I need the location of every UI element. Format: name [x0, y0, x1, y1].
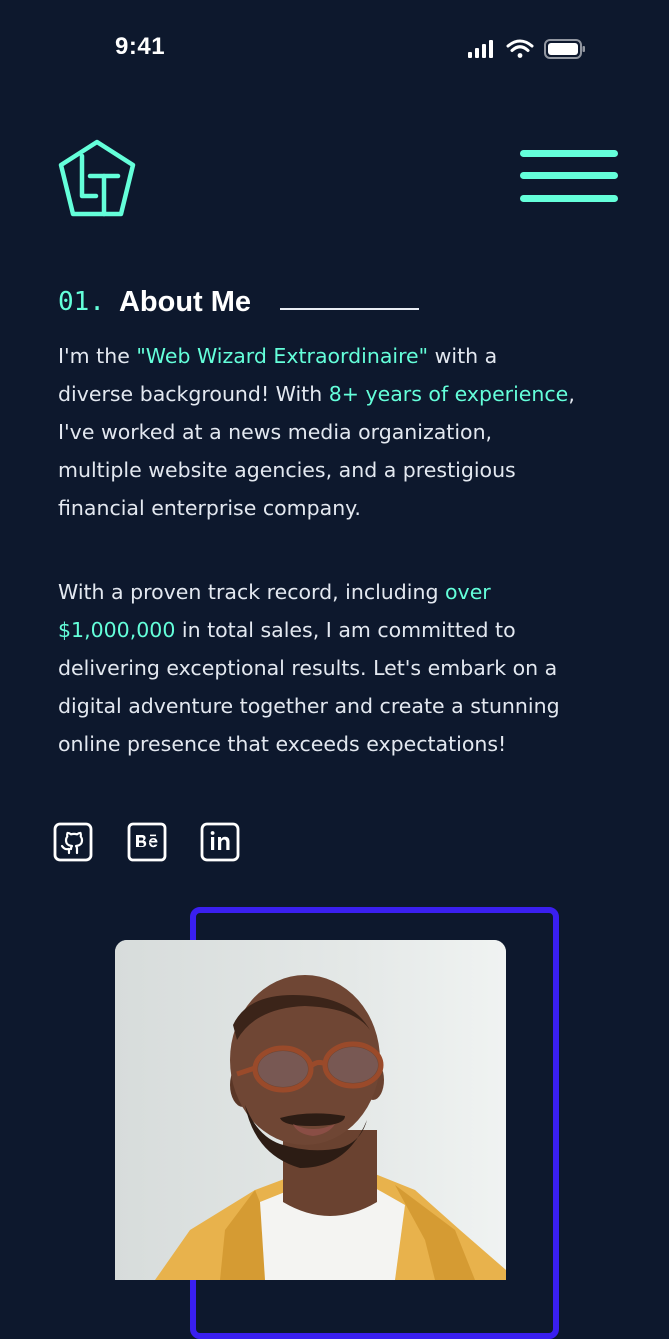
status-time: 9:41 — [115, 33, 166, 60]
highlight-title: "Web Wizard Extraordinaire" — [136, 344, 429, 368]
status-icons — [468, 39, 585, 59]
about-paragraph-2: With a proven track record, including ov… — [58, 573, 578, 763]
behance-icon[interactable] — [127, 822, 167, 862]
hamburger-menu-icon — [520, 150, 618, 157]
section-number: 01. — [58, 287, 105, 317]
menu-bar — [520, 172, 618, 179]
linkedin-icon[interactable] — [200, 822, 240, 862]
section-divider — [280, 308, 419, 310]
wifi-icon — [506, 39, 534, 58]
text-segment: With a proven track record, including — [58, 580, 446, 604]
battery-icon — [544, 39, 585, 59]
section-title: About Me — [118, 285, 252, 318]
text-segment: I'm the — [58, 344, 137, 368]
highlight-experience: 8+ years of experience — [328, 382, 569, 406]
menu-button[interactable] — [520, 148, 618, 206]
logo-icon[interactable] — [56, 138, 138, 218]
about-paragraph-1: I'm the "Web Wizard Extraordinaire" with… — [58, 337, 578, 527]
profile-photo — [115, 940, 506, 1280]
github-icon[interactable] — [53, 822, 93, 862]
signal-icon — [468, 40, 493, 58]
section-heading: 01. About Me — [58, 282, 251, 322]
menu-bar — [520, 195, 618, 202]
